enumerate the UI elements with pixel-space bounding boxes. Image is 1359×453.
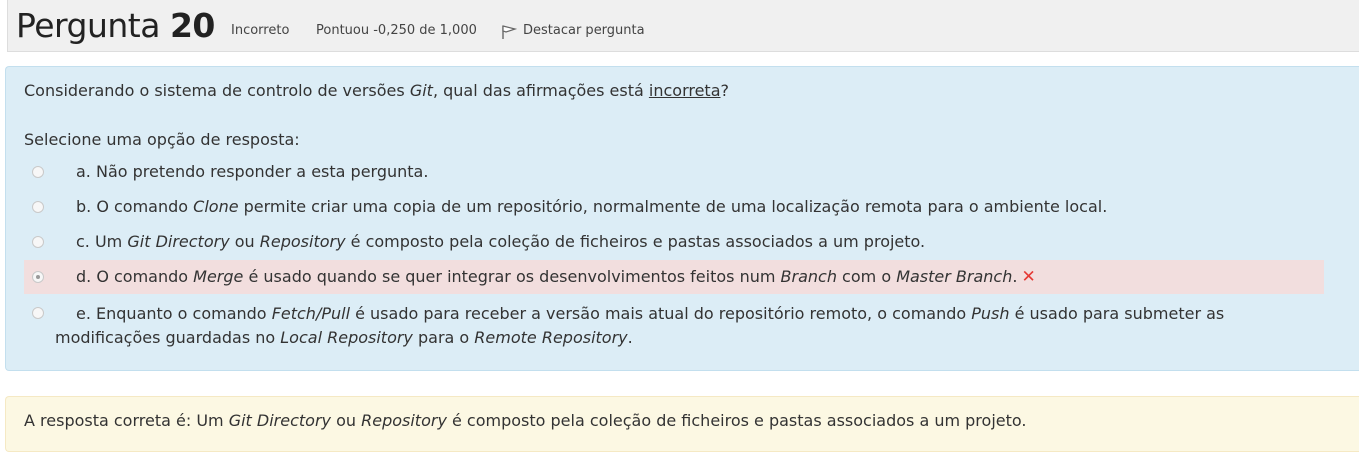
- status-label: Incorreto: [231, 23, 290, 38]
- option-text-part: .: [627, 328, 633, 347]
- question-text-part: , qual das afirmações está: [432, 81, 649, 100]
- option-d-radio[interactable]: [32, 271, 44, 283]
- incorrect-x-icon: ✕: [1021, 267, 1036, 287]
- question-title: Pergunta 20: [16, 6, 215, 46]
- option-text-italic: Local Repository: [280, 328, 413, 347]
- option-text-italic: Clone: [193, 197, 239, 216]
- question-number: 20: [169, 6, 215, 45]
- option-b-radio[interactable]: [32, 201, 44, 213]
- option-c-text: c. Um Git Directory ou Repository é comp…: [76, 231, 925, 253]
- option-text-part: e. Enquanto o comando: [76, 304, 272, 323]
- option-text-italic: Git Directory: [127, 232, 230, 251]
- option-text-italic: Master Branch: [896, 267, 1013, 286]
- option-text-part: d. O comando: [76, 267, 194, 286]
- option-text-italic: Branch: [780, 267, 837, 286]
- option-b[interactable]: b. O comando Clone permite criar uma cop…: [24, 195, 1324, 219]
- answer-prompt: Selecione uma opção de resposta:: [24, 130, 300, 149]
- option-text-part: ou: [229, 232, 260, 251]
- option-text-part: com o: [836, 267, 897, 286]
- option-e[interactable]: e. Enquanto o comando Fetch/Pull é usado…: [24, 301, 1324, 351]
- option-text-part: c. Um: [76, 232, 128, 251]
- question-text-git: Git: [409, 81, 433, 100]
- option-a-text: a. Não pretendo responder a esta pergunt…: [76, 162, 429, 181]
- flag-icon[interactable]: [501, 24, 517, 40]
- question-text-incorrect: incorreta: [648, 81, 721, 100]
- score-label: Pontuou -0,250 de 1,000: [316, 23, 477, 38]
- option-text-italic: Fetch/Pull: [271, 304, 351, 323]
- question-text-part: ?: [720, 81, 730, 100]
- option-text-part: .: [1012, 267, 1018, 286]
- feedback-text-italic: Git Directory: [228, 411, 331, 430]
- feedback-text-part: é composto pela coleção de ficheiros e p…: [446, 411, 1027, 430]
- option-e-text: e. Enquanto o comando Fetch/Pull é usado…: [55, 302, 1300, 350]
- question-text-part: Considerando o sistema de controlo de ve…: [24, 81, 410, 100]
- option-c[interactable]: c. Um Git Directory ou Repository é comp…: [24, 230, 1324, 254]
- option-c-radio[interactable]: [32, 236, 44, 248]
- option-a-radio[interactable]: [32, 166, 44, 178]
- option-text-italic: Repository: [259, 232, 346, 251]
- option-text-italic: Merge: [193, 267, 244, 286]
- option-text-italic: Push: [971, 304, 1010, 323]
- option-a[interactable]: a. Não pretendo responder a esta pergunt…: [24, 160, 1324, 184]
- option-text-part: é composto pela coleção de ficheiros e p…: [345, 232, 926, 251]
- option-text-part: é usado quando se quer integrar os desen…: [243, 267, 781, 286]
- option-text-part: para o: [412, 328, 475, 347]
- option-text-italic: Remote Repository: [474, 328, 628, 347]
- feedback-text-part: A resposta correta é: Um: [24, 411, 229, 430]
- option-d-text: d. O comando Merge é usado quando se que…: [76, 266, 1036, 288]
- feedback-text: A resposta correta é: Um Git Directory o…: [24, 410, 1026, 432]
- option-text-part: permite criar uma copia de um repositóri…: [238, 197, 1108, 216]
- question-title-word: Pergunta: [16, 6, 160, 45]
- flag-question-link[interactable]: Destacar pergunta: [523, 23, 645, 38]
- question-content: Considerando o sistema de controlo de ve…: [5, 66, 1359, 371]
- feedback-text-italic: Repository: [361, 411, 447, 430]
- option-text-part: é usado para receber a versão mais atual…: [350, 304, 972, 323]
- option-b-text: b. O comando Clone permite criar uma cop…: [76, 196, 1107, 218]
- option-d-selected-incorrect[interactable]: d. O comando Merge é usado quando se que…: [24, 260, 1324, 294]
- question-text: Considerando o sistema de controlo de ve…: [24, 80, 729, 102]
- feedback-text-part: ou: [331, 411, 362, 430]
- option-text-part: b. O comando: [76, 197, 194, 216]
- question-info-header: Pergunta 20 Incorreto Pontuou -0,250 de …: [7, 0, 1359, 52]
- correct-answer-feedback: A resposta correta é: Um Git Directory o…: [5, 396, 1359, 452]
- option-e-radio[interactable]: [32, 307, 44, 319]
